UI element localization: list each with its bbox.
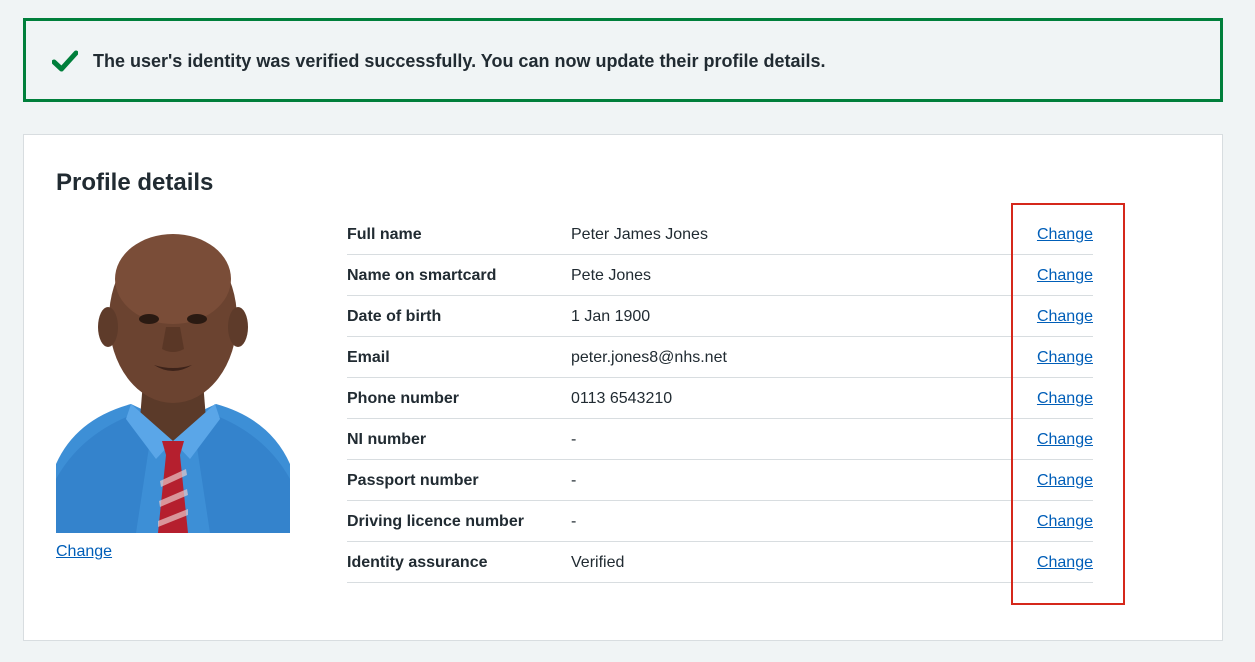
- summary-key: Passport number: [347, 472, 479, 489]
- profile-photo: [56, 219, 290, 533]
- summary-value: -: [571, 431, 577, 448]
- summary-key: NI number: [347, 431, 427, 448]
- success-message: The user's identity was verified success…: [93, 51, 826, 71]
- summary-key: Date of birth: [347, 308, 442, 325]
- summary-row-full-name: Full name Peter James Jones Change: [347, 214, 1093, 255]
- summary-row-passport-number: Passport number - Change: [347, 460, 1093, 501]
- summary-value: 1 Jan 1900: [571, 308, 651, 325]
- change-photo-link[interactable]: Change: [56, 541, 112, 563]
- change-email-link[interactable]: Change: [1037, 347, 1093, 369]
- summary-row-date-of-birth: Date of birth 1 Jan 1900 Change: [347, 296, 1093, 337]
- change-ni-number-link[interactable]: Change: [1037, 429, 1093, 451]
- change-name-on-smartcard-link[interactable]: Change: [1037, 265, 1093, 287]
- change-driving-licence-number-link[interactable]: Change: [1037, 511, 1093, 533]
- page-title: Profile details: [56, 169, 214, 196]
- summary-row-ni-number: NI number - Change: [347, 419, 1093, 460]
- summary-key: Email: [347, 349, 390, 366]
- change-passport-number-link[interactable]: Change: [1037, 470, 1093, 492]
- summary-row-identity-assurance: Identity assurance Verified Change: [347, 542, 1093, 583]
- tick-icon: [52, 50, 78, 72]
- summary-key: Identity assurance: [347, 554, 488, 571]
- change-phone-number-link[interactable]: Change: [1037, 388, 1093, 410]
- summary-value: 0113 6543210: [571, 390, 673, 407]
- summary-row-email: Email peter.jones8@nhs.net Change: [347, 337, 1093, 378]
- summary-row-name-on-smartcard: Name on smartcard Pete Jones Change: [347, 255, 1093, 296]
- summary-row-driving-licence-number: Driving licence number - Change: [347, 501, 1093, 542]
- summary-value: -: [571, 472, 577, 489]
- change-full-name-link[interactable]: Change: [1037, 224, 1093, 246]
- change-date-of-birth-link[interactable]: Change: [1037, 306, 1093, 328]
- summary-key: Driving licence number: [347, 513, 524, 530]
- summary-value: Verified: [571, 554, 625, 571]
- summary-value: peter.jones8@nhs.net: [571, 349, 727, 366]
- success-banner: The user's identity was verified success…: [23, 18, 1223, 102]
- profile-card: Profile details Change Full name Peter J…: [23, 134, 1223, 641]
- summary-key: Name on smartcard: [347, 267, 497, 284]
- summary-key: Full name: [347, 226, 422, 243]
- summary-value: Pete Jones: [571, 267, 652, 284]
- summary-row-phone-number: Phone number 0113 6543210 Change: [347, 378, 1093, 419]
- summary-value: -: [571, 513, 577, 530]
- summary-value: Peter James Jones: [571, 226, 708, 243]
- summary-key: Phone number: [347, 390, 460, 407]
- summary-list: Full name Peter James Jones Change Name …: [347, 214, 1093, 583]
- change-identity-assurance-link[interactable]: Change: [1037, 552, 1093, 574]
